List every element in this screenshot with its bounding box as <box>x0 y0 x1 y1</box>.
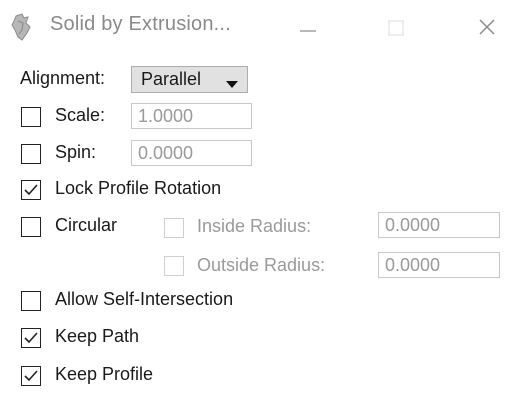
checkmark-icon <box>24 332 38 344</box>
lock-profile-rotation-label: Lock Profile Rotation <box>55 178 222 198</box>
scale-label: Scale: <box>55 105 106 125</box>
inside-radius-label: Inside Radius: <box>197 216 312 236</box>
circular-label: Circular <box>55 215 118 235</box>
alignment-value: Parallel <box>141 69 202 89</box>
inside-radius-checkbox[interactable] <box>164 218 184 238</box>
solid-by-extrusion-dialog: Solid by Extrusion... Alignment: Paralle… <box>0 0 515 396</box>
keep-profile-checkbox[interactable] <box>21 366 41 386</box>
checkmark-icon <box>24 184 38 196</box>
keep-profile-label: Keep Profile <box>55 364 154 384</box>
alignment-label: Alignment: <box>20 68 106 88</box>
allow-self-intersection-checkbox[interactable] <box>21 291 41 311</box>
maximize-icon <box>388 20 404 36</box>
alignment-dropdown[interactable]: Parallel <box>131 66 248 93</box>
keep-path-label: Keep Path <box>55 326 140 346</box>
circular-checkbox[interactable] <box>21 217 41 237</box>
lock-profile-rotation-checkbox[interactable] <box>21 180 41 200</box>
keep-path-checkbox[interactable] <box>21 328 41 348</box>
outside-radius-field[interactable]: 0.0000 <box>378 252 500 278</box>
checkmark-icon <box>24 370 38 382</box>
spin-checkbox[interactable] <box>21 144 41 164</box>
title-bar[interactable]: Solid by Extrusion... <box>0 0 515 56</box>
close-icon <box>479 19 495 35</box>
minimize-icon <box>300 30 316 32</box>
allow-self-intersection-label: Allow Self-Intersection <box>55 289 234 309</box>
scale-checkbox[interactable] <box>21 107 41 127</box>
outside-radius-checkbox[interactable] <box>164 256 184 276</box>
chevron-down-icon <box>226 76 238 94</box>
outside-radius-label: Outside Radius: <box>197 255 326 275</box>
scale-field[interactable]: 1.0000 <box>131 103 252 129</box>
minimize-button[interactable] <box>286 8 330 46</box>
close-button[interactable] <box>466 8 510 46</box>
solid-extrusion-icon <box>10 13 34 41</box>
spin-field[interactable]: 0.0000 <box>131 140 252 166</box>
inside-radius-field[interactable]: 0.0000 <box>378 212 500 238</box>
spin-label: Spin: <box>55 142 97 162</box>
maximize-button[interactable] <box>374 8 418 46</box>
window-title: Solid by Extrusion... <box>50 13 231 35</box>
